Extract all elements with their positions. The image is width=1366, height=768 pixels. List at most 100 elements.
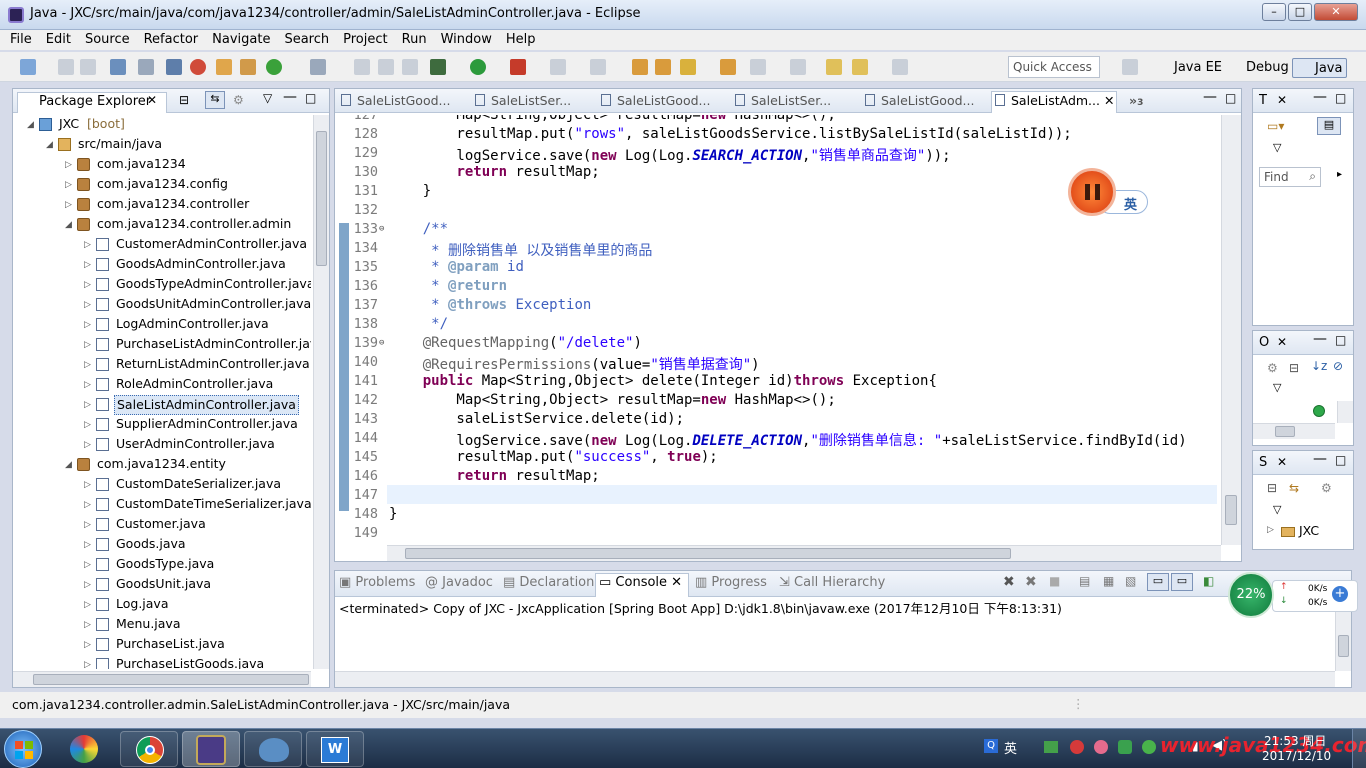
build-icon[interactable] [216,59,232,75]
skip-breakpoints-icon[interactable] [138,59,154,75]
expand-arrow-icon[interactable]: ▷ [84,556,91,574]
open-console-icon[interactable] [110,59,126,75]
outdent-icon[interactable] [402,59,418,75]
tree-item[interactable]: ▷ CustomDateSerializer.java [13,475,311,495]
run-external-icon[interactable] [510,59,526,75]
fold-icon[interactable]: ⊖ [379,338,384,348]
tree-item[interactable]: ▷ RoleAdminController.java [13,375,311,395]
tree-item[interactable]: ▷ com.java1234 [13,155,311,175]
tree-item[interactable]: ▷ com.java1234.controller [13,195,311,215]
menu-search[interactable]: Search [280,30,333,47]
outline-minimize-icon[interactable]: — [1313,331,1327,347]
editor-tab[interactable]: SaleListAdm... ✕ [995,93,1114,113]
plus-icon[interactable]: + [1332,586,1348,602]
console-horizontal-scrollbar[interactable] [335,671,1335,687]
ime-q-icon[interactable]: Q [984,739,998,753]
tree-item[interactable]: ▷ com.java1234.config [13,175,311,195]
taskbar-chrome-icon[interactable] [120,731,178,767]
tree-vertical-scrollbar[interactable] [313,115,329,669]
expand-arrow-icon[interactable]: ▷ [84,436,91,454]
expand-arrow-icon[interactable]: ▷ [65,156,72,174]
jxc-expand-icon[interactable]: ▷ [1267,525,1274,535]
expand-arrow-icon[interactable]: ▷ [84,396,91,414]
hide-static-icon[interactable]: ⊘ [1333,359,1343,373]
forward-icon[interactable] [892,59,908,75]
collapse-arrow-icon[interactable]: ◢ [65,456,72,474]
servers-view-menu-icon[interactable]: ▽ [1273,503,1281,516]
task-more-icon[interactable]: ▸ [1337,169,1342,180]
pause-record-icon[interactable] [1068,168,1116,216]
menu-navigate[interactable]: Navigate [208,30,274,47]
remove-launch-icon[interactable]: ✖ [1003,574,1015,590]
collapse-arrow-icon[interactable]: ◢ [46,136,53,154]
format-icon[interactable] [354,59,370,75]
outline-vscroll[interactable] [1337,401,1353,423]
outline-maximize-icon[interactable]: □ [1335,333,1346,347]
expand-arrow-icon[interactable]: ▷ [84,256,91,274]
task-minimize-icon[interactable]: — [1313,89,1327,105]
taskbar-ime[interactable]: 英 [1004,738,1017,757]
collapse-all-icon[interactable]: ⊟ [179,93,189,107]
maximize-view-icon[interactable]: □ [305,91,316,105]
tree-item[interactable]: ▷ ReturnListAdminController.java [13,355,311,375]
spring-icon[interactable] [190,59,206,75]
taskbar-mysql-icon[interactable] [244,731,302,767]
menu-file[interactable]: File [6,30,36,47]
menu-window[interactable]: Window [437,30,496,47]
clock-time[interactable]: 21:53 周日 [1264,732,1326,749]
show-desktop-button[interactable] [1352,729,1366,768]
console-scroll-thumb[interactable] [1338,635,1349,657]
wand-icon[interactable] [310,59,326,75]
close-button[interactable]: ✕ [1314,3,1358,21]
menu-edit[interactable]: Edit [42,30,75,47]
expand-arrow-icon[interactable]: ▷ [84,356,91,374]
disconnect-icon[interactable] [590,59,606,75]
menu-refactor[interactable]: Refactor [140,30,203,47]
back-icon[interactable] [852,59,868,75]
tree-item[interactable]: ◢ com.java1234.controller.admin [13,215,311,235]
tab-declaration[interactable]: ▤ Declaration [503,575,594,590]
start-button[interactable] [4,730,42,768]
indent-icon[interactable] [378,59,394,75]
taskbar-eclipse-icon[interactable] [182,731,240,767]
menu-help[interactable]: Help [502,30,540,47]
expand-arrow-icon[interactable]: ▷ [84,376,91,394]
save-icon[interactable] [58,59,74,75]
recording-widget[interactable]: 英 [1068,168,1150,216]
task-close-icon[interactable]: ✕ [1277,93,1287,107]
open-perspective-icon[interactable] [1122,59,1138,75]
tab-javadoc[interactable]: @ Javadoc [425,575,493,590]
terminate-icon[interactable]: ■ [1049,574,1060,588]
editor-vertical-scrollbar[interactable] [1221,115,1241,545]
save-all-icon[interactable] [80,59,96,75]
outline-collapse-icon[interactable]: ⊟ [1289,361,1299,375]
new-task-icon[interactable]: ▭▾ [1267,119,1284,133]
task-find-input[interactable]: Find ⌕ [1259,167,1321,187]
editor-minimize-icon[interactable]: — [1203,89,1217,105]
task-view-menu-icon[interactable]: ▽ [1273,141,1281,154]
tab-close-icon[interactable]: ✕ [1100,93,1114,108]
clock-date[interactable]: 2017/12/10 [1262,749,1331,763]
expand-arrow-icon[interactable]: ▷ [65,176,72,194]
filter-icon[interactable]: ⚙ [233,93,244,107]
minimize-view-icon[interactable]: — [283,89,297,105]
tree-item[interactable]: ▷ GoodsAdminController.java [13,255,311,275]
collapse-arrow-icon[interactable]: ◢ [65,216,72,234]
tree-item[interactable]: ◢ src/main/java [13,135,311,155]
tab-problems[interactable]: ▣ Problems [339,575,415,590]
editor-scroll-thumb-h[interactable] [405,548,1011,559]
perspective-java[interactable]: Java [1292,58,1348,78]
new-java-project-icon[interactable] [632,59,648,75]
editor-maximize-icon[interactable]: □ [1225,91,1236,105]
expand-arrow-icon[interactable]: ▷ [65,196,72,214]
scroll-thumb[interactable] [316,131,327,266]
editor-tab[interactable]: SaleListGood... [341,93,450,113]
new-icon[interactable] [20,59,36,75]
word-wrap-icon[interactable]: ▧ [1125,574,1136,588]
fold-icon[interactable]: ⊖ [379,224,384,234]
scroll-lock-icon[interactable]: ▦ [1103,574,1114,588]
tree-item[interactable]: ▷ GoodsTypeAdminController.java [13,275,311,295]
minimize-button[interactable]: – [1262,3,1286,21]
tray-nvidia-icon[interactable] [1044,741,1058,753]
maximize-button[interactable]: □ [1288,3,1312,21]
